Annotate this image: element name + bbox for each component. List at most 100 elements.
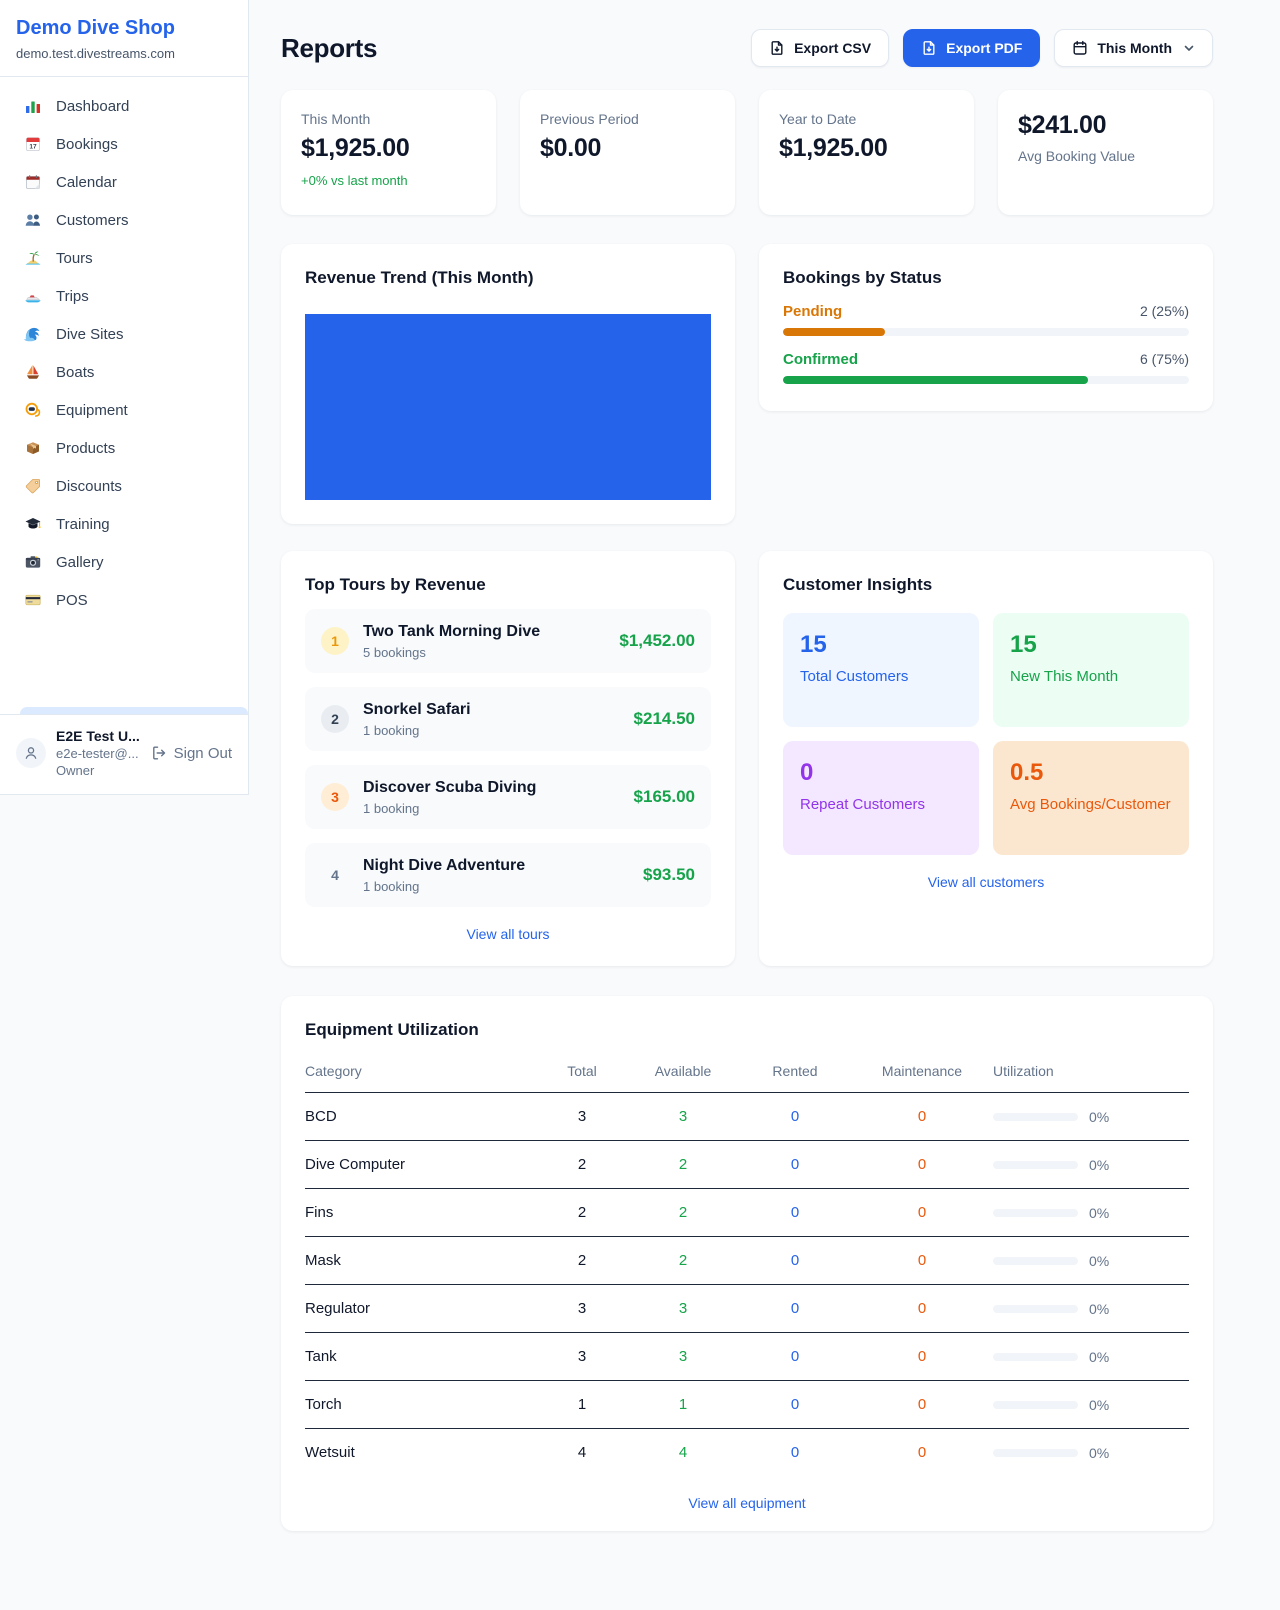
tour-revenue: $214.50 xyxy=(634,709,695,729)
sidebar-item-products[interactable]: Products xyxy=(0,429,248,467)
sidebar-item-bookings[interactable]: 17 Bookings xyxy=(0,125,248,163)
table-row: Dive Computer 2 2 0 0 0% xyxy=(305,1141,1189,1189)
export-pdf-button[interactable]: Export PDF xyxy=(903,29,1040,67)
rank-badge: 3 xyxy=(321,783,349,811)
sidebar-item-label: Gallery xyxy=(56,554,104,571)
sidebar-item-label: Products xyxy=(56,440,115,457)
insight-tiles: 15 Total Customers 15 New This Month 0 R… xyxy=(783,613,1189,855)
header-actions: Export CSV Export PDF This Month xyxy=(751,29,1213,67)
sidebar-item-boats[interactable]: Boats xyxy=(0,353,248,391)
cell-maintenance: 0 xyxy=(851,1285,993,1333)
col-maintenance: Maintenance xyxy=(851,1055,993,1093)
tile-value: 15 xyxy=(800,631,962,659)
tour-name: Night Dive Adventure xyxy=(363,857,525,875)
utilization-pct: 0% xyxy=(1089,1349,1109,1365)
utilization-bar xyxy=(993,1209,1078,1217)
tour-name: Two Tank Morning Dive xyxy=(363,623,540,641)
tour-row[interactable]: 4 Night Dive Adventure 1 booking $93.50 xyxy=(305,843,711,907)
view-all-equipment-link[interactable]: View all equipment xyxy=(305,1495,1189,1511)
status-value: 2 (25%) xyxy=(1140,303,1189,319)
file-download-icon xyxy=(769,40,785,56)
people-icon xyxy=(24,211,42,229)
utilization-pct: 0% xyxy=(1089,1301,1109,1317)
sidebar-item-dashboard[interactable]: Dashboard xyxy=(0,87,248,125)
cell-rented: 0 xyxy=(739,1381,851,1429)
sidebar-item-customers[interactable]: Customers xyxy=(0,201,248,239)
utilization-pct: 0% xyxy=(1089,1397,1109,1413)
table-row: Fins 2 2 0 0 0% xyxy=(305,1189,1189,1237)
stat-label: This Month xyxy=(301,111,476,127)
view-all-tours-link[interactable]: View all tours xyxy=(305,926,711,942)
user-meta: E2E Test U... e2e-tester@... Owner xyxy=(56,728,140,778)
export-csv-label: Export CSV xyxy=(794,40,871,56)
cell-maintenance: 0 xyxy=(851,1189,993,1237)
rank-badge: 4 xyxy=(321,861,349,889)
export-csv-button[interactable]: Export CSV xyxy=(751,29,889,67)
cell-rented: 0 xyxy=(739,1237,851,1285)
cell-category: Mask xyxy=(305,1237,537,1285)
tear-off-calendar-icon: 17 xyxy=(24,135,42,153)
sidebar-item-trips[interactable]: Trips xyxy=(0,277,248,315)
credit-card-icon xyxy=(24,591,42,609)
tour-bookings: 5 bookings xyxy=(363,645,540,660)
equipment-table: Category Total Available Rented Maintena… xyxy=(305,1055,1189,1476)
chevron-down-icon xyxy=(1183,42,1195,54)
sign-out-button[interactable]: Sign Out xyxy=(151,745,232,762)
cell-maintenance: 0 xyxy=(851,1093,993,1141)
tile-total-customers: 15 Total Customers xyxy=(783,613,979,727)
utilization-bar xyxy=(993,1449,1078,1457)
tour-row[interactable]: 2 Snorkel Safari 1 booking $214.50 xyxy=(305,687,711,751)
cell-maintenance: 0 xyxy=(851,1333,993,1381)
sidebar-item-reports-active[interactable] xyxy=(20,707,248,714)
col-available: Available xyxy=(627,1055,739,1093)
insights-row: Top Tours by Revenue 1 Two Tank Morning … xyxy=(281,551,1213,966)
tour-name: Discover Scuba Diving xyxy=(363,779,536,797)
tour-bookings: 1 booking xyxy=(363,879,525,894)
sidebar-item-equipment[interactable]: Equipment xyxy=(0,391,248,429)
cell-maintenance: 0 xyxy=(851,1141,993,1189)
cell-total: 2 xyxy=(537,1189,627,1237)
revenue-trend-panel: Revenue Trend (This Month) xyxy=(281,244,735,524)
stat-label: Previous Period xyxy=(540,111,715,127)
export-pdf-label: Export PDF xyxy=(946,40,1022,56)
col-category: Category xyxy=(305,1055,537,1093)
user-role: Owner xyxy=(56,763,140,778)
wave-icon xyxy=(24,325,42,343)
sidebar-item-gallery[interactable]: Gallery xyxy=(0,543,248,581)
cell-available: 2 xyxy=(627,1237,739,1285)
tile-value: 15 xyxy=(1010,631,1172,659)
panel-title: Bookings by Status xyxy=(783,268,1189,288)
tour-row[interactable]: 3 Discover Scuba Diving 1 booking $165.0… xyxy=(305,765,711,829)
status-row-confirmed: Confirmed 6 (75%) xyxy=(783,351,1189,384)
period-select[interactable]: This Month xyxy=(1054,29,1213,67)
sidebar-item-label: Bookings xyxy=(56,136,118,153)
stat-card-previous-period: Previous Period $0.00 xyxy=(520,90,735,215)
view-all-customers-link[interactable]: View all customers xyxy=(783,874,1189,890)
cell-total: 3 xyxy=(537,1333,627,1381)
avatar xyxy=(16,738,46,768)
status-label: Pending xyxy=(783,303,842,320)
sidebar-item-tours[interactable]: Tours xyxy=(0,239,248,277)
sidebar-item-pos[interactable]: POS xyxy=(0,581,248,619)
user-email: e2e-tester@... xyxy=(56,746,140,761)
sidebar-item-calendar[interactable]: Calendar xyxy=(0,163,248,201)
cell-available: 3 xyxy=(627,1333,739,1381)
stats-row: This Month $1,925.00 +0% vs last month P… xyxy=(281,90,1213,215)
tour-row[interactable]: 1 Two Tank Morning Dive 5 bookings $1,45… xyxy=(305,609,711,673)
cell-rented: 0 xyxy=(739,1285,851,1333)
status-row-pending: Pending 2 (25%) xyxy=(783,303,1189,336)
tour-name: Snorkel Safari xyxy=(363,701,471,719)
sidebar-item-dive-sites[interactable]: Dive Sites xyxy=(0,315,248,353)
rank-badge: 2 xyxy=(321,705,349,733)
sidebar-item-training[interactable]: Training xyxy=(0,505,248,543)
status-bar-track xyxy=(783,328,1189,336)
cell-total: 2 xyxy=(537,1141,627,1189)
stat-card-avg-booking-value: $241.00 Avg Booking Value xyxy=(998,90,1213,215)
stat-change: +0% vs last month xyxy=(301,173,476,188)
tile-label: Total Customers xyxy=(800,668,962,685)
sidebar-item-label: Boats xyxy=(56,364,94,381)
shop-name[interactable]: Demo Dive Shop xyxy=(16,17,232,40)
tile-label: New This Month xyxy=(1010,668,1172,685)
sidebar-item-discounts[interactable]: Discounts xyxy=(0,467,248,505)
user-name: E2E Test U... xyxy=(56,728,140,744)
